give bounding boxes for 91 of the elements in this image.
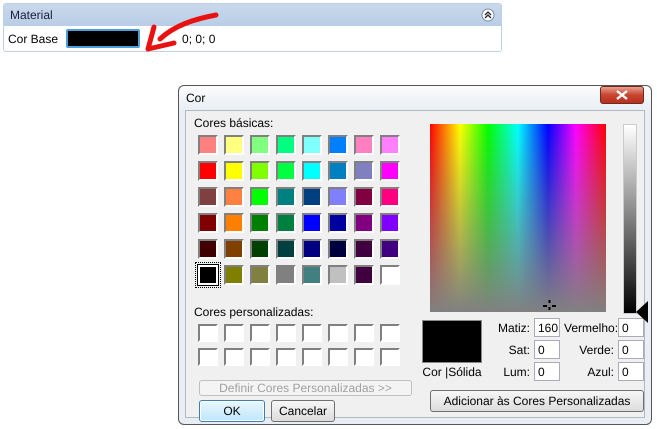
color-swatch[interactable] [250,239,270,259]
color-swatch[interactable] [328,239,348,259]
field-label: Azul: [586,364,614,378]
color-swatch[interactable] [198,239,218,259]
color-swatch[interactable] [250,135,270,155]
preview-label: Cor |Sólida [422,365,482,379]
custom-color-slot[interactable] [302,348,322,366]
color-swatch[interactable] [354,239,374,259]
input-field[interactable]: 160 [534,318,560,337]
input-field[interactable]: 0 [618,362,644,381]
input-field[interactable]: 0 [534,362,560,381]
color-swatch[interactable] [302,239,322,259]
custom-color-slot[interactable] [224,324,244,342]
custom-color-slot[interactable] [380,324,400,342]
color-swatch[interactable] [302,187,322,207]
collapse-icon[interactable] [481,8,495,22]
color-swatch[interactable] [198,213,218,233]
panel-title: Material [10,8,53,22]
color-swatch[interactable] [276,265,296,285]
color-swatch[interactable] [302,135,322,155]
field-label: Verde: [578,342,614,356]
color-swatch[interactable] [276,187,296,207]
section-label: Cores básicas: [194,116,274,130]
color-swatch[interactable] [276,161,296,181]
color-swatch[interactable] [224,161,244,181]
custom-color-slot[interactable] [302,324,322,342]
color-swatch[interactable] [250,265,270,285]
color-swatch[interactable] [354,265,374,285]
color-swatch[interactable] [198,161,218,181]
cancel-button[interactable]: Cancelar [271,400,335,422]
input-field[interactable]: 0 [534,340,560,359]
color-spectrum[interactable] [430,124,606,312]
color-swatch[interactable] [250,161,270,181]
slider-pointer-icon[interactable] [636,301,648,323]
color-swatch[interactable] [380,213,400,233]
custom-color-slot[interactable] [224,348,244,366]
color-swatch[interactable] [328,265,348,285]
color-swatch[interactable] [328,213,348,233]
close-icon [616,90,628,100]
custom-color-slot[interactable] [354,324,374,342]
color-swatch-field[interactable] [66,29,140,48]
custom-color-slot[interactable] [354,348,374,366]
field-label: Cor Base [8,32,58,46]
color-swatch[interactable] [354,213,374,233]
dialog-title: Cor [186,91,206,105]
color-swatch[interactable] [302,213,322,233]
color-swatch[interactable] [328,135,348,155]
color-swatch[interactable] [380,135,400,155]
custom-color-slot[interactable] [198,348,218,366]
color-swatch[interactable] [354,135,374,155]
color-swatch[interactable] [302,161,322,181]
color-swatch[interactable] [302,265,322,285]
color-swatch[interactable] [354,187,374,207]
input-field[interactable]: 0 [618,318,644,337]
custom-color-slot[interactable] [380,348,400,366]
custom-color-slot[interactable] [328,348,348,366]
ok-button[interactable]: OK [199,400,265,422]
color-swatch[interactable] [380,265,400,285]
color-swatch[interactable] [380,239,400,259]
color-swatch[interactable] [354,161,374,181]
section-label: Cores personalizadas: [194,305,314,319]
color-swatch[interactable] [198,135,218,155]
field-label: Lum: [502,364,530,378]
crosshair-icon [543,300,556,312]
close-button[interactable] [600,86,644,104]
color-swatch[interactable] [276,239,296,259]
custom-color-slot[interactable] [276,324,296,342]
color-swatch[interactable] [224,135,244,155]
color-value: 0; 0; 0 [182,32,216,46]
custom-color-slot[interactable] [198,324,218,342]
color-swatch[interactable] [328,161,348,181]
color-swatch[interactable] [224,213,244,233]
field-label: Matiz: [496,320,530,334]
color-swatch[interactable] [198,187,218,207]
color-swatch[interactable] [276,213,296,233]
field-label: Sat: [508,342,530,356]
color-swatch[interactable] [224,265,244,285]
custom-color-slot[interactable] [276,348,296,366]
custom-color-slot[interactable] [250,324,270,342]
color-swatch[interactable] [250,187,270,207]
color-swatch[interactable] [380,161,400,181]
color-swatch[interactable] [276,135,296,155]
color-swatch[interactable] [250,213,270,233]
color-swatch[interactable] [224,239,244,259]
add-to-custom-colors-button[interactable]: Adicionar às Cores Personalizadas [430,390,644,412]
input-field[interactable]: 0 [618,340,644,359]
color-swatch[interactable] [224,187,244,207]
color-swatch[interactable] [380,187,400,207]
custom-color-slot[interactable] [250,348,270,366]
custom-color-slot[interactable] [328,324,348,342]
color-swatch[interactable] [328,187,348,207]
